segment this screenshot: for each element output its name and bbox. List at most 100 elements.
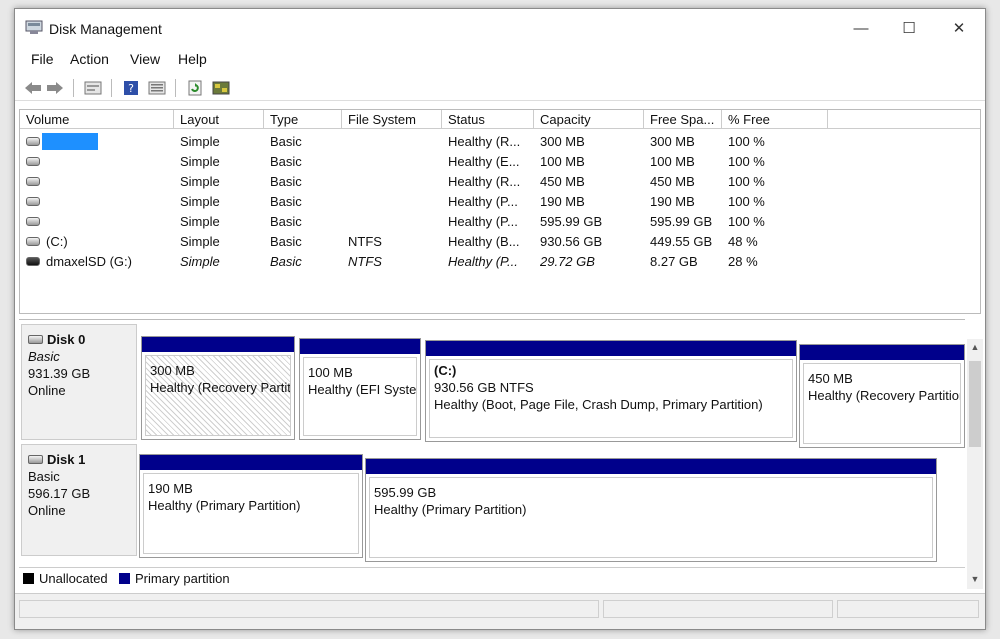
scroll-thumb[interactable] [969, 361, 981, 447]
selection-highlight [42, 133, 98, 150]
partition-disk1-primary-2[interactable]: 595.99 GB Healthy (Primary Partition) [365, 458, 937, 562]
scroll-up-icon[interactable]: ▲ [967, 339, 983, 355]
partition-body: 450 MB Healthy (Recovery Partition) [803, 363, 961, 444]
volume-icon [26, 197, 40, 206]
volume-free-space: 449.55 GB [650, 234, 713, 249]
list-view-icon[interactable] [147, 78, 167, 98]
partition-disk0-efi[interactable]: 100 MB Healthy (EFI System Partition) [299, 338, 421, 440]
help-icon[interactable]: ? [121, 78, 141, 98]
volume-capacity: 930.56 GB [540, 234, 603, 249]
minimize-button[interactable]: — [841, 15, 881, 43]
refresh-icon[interactable] [185, 78, 205, 98]
volume-type: Basic [270, 254, 302, 269]
partition-disk0-recovery-2[interactable]: 450 MB Healthy (Recovery Partition) [799, 344, 965, 448]
partition-disk1-primary-1[interactable]: 190 MB Healthy (Primary Partition) [139, 454, 363, 558]
volume-row[interactable]: Simple Basic Healthy (E... 100 MB 100 MB… [20, 152, 980, 172]
partition-body: (C:) 930.56 GB NTFS Healthy (Boot, Page … [429, 359, 793, 438]
menu-action[interactable]: Action [70, 51, 109, 67]
volume-status: Healthy (B... [448, 234, 520, 249]
menu-view[interactable]: View [130, 51, 160, 67]
title-bar: Disk Management — ☐ ✕ [15, 9, 985, 47]
column-header-capacity[interactable]: Capacity [534, 110, 644, 129]
disk-management-icon [25, 19, 43, 35]
legend-primary-partition: Primary partition [119, 571, 230, 586]
partition-size: 300 MB [150, 363, 195, 378]
volume-status: Healthy (R... [448, 134, 521, 149]
primary-partition-bar [366, 459, 936, 474]
volume-capacity: 450 MB [540, 174, 585, 189]
volume-free-space: 100 MB [650, 154, 695, 169]
partition-body: 595.99 GB Healthy (Primary Partition) [369, 477, 933, 558]
status-pane [19, 600, 599, 618]
volume-layout: Simple [180, 154, 220, 169]
partition-body: 190 MB Healthy (Primary Partition) [143, 473, 359, 554]
disk-size: 596.17 GB [28, 486, 91, 501]
primary-partition-bar [140, 455, 362, 470]
partition-status: Healthy (Recovery Partition) [150, 380, 291, 395]
volume-status: Healthy (P... [448, 194, 518, 209]
disk-1-label[interactable]: Disk 1 Basic 596.17 GB Online [21, 444, 137, 556]
volume-status: Healthy (P... [448, 254, 518, 269]
partition-label: (C:) [434, 363, 457, 378]
volume-free-space: 190 MB [650, 194, 695, 209]
volume-free-space: 300 MB [650, 134, 695, 149]
partition-status: Healthy (Recovery Partition) [808, 388, 961, 403]
column-header-layout[interactable]: Layout [174, 110, 264, 129]
close-button[interactable]: ✕ [939, 15, 979, 43]
disk-size: 931.39 GB [28, 366, 91, 381]
column-header-type[interactable]: Type [264, 110, 342, 129]
primary-partition-swatch [119, 573, 130, 584]
volume-percent-free: 100 % [728, 194, 765, 209]
back-icon[interactable] [23, 78, 43, 98]
disk-0-title: Disk 0 [28, 331, 136, 348]
partition-disk0-recovery[interactable]: 300 MB Healthy (Recovery Partition) [141, 336, 295, 440]
partition-body: 100 MB Healthy (EFI System Partition) [303, 357, 417, 436]
toolbar-separator [73, 79, 74, 97]
volume-row[interactable]: (C:) Simple Basic NTFS Healthy (B... 930… [20, 232, 980, 252]
partition-size: 100 MB [308, 365, 353, 380]
primary-partition-bar [426, 341, 796, 356]
menu-help[interactable]: Help [178, 51, 207, 67]
volume-row[interactable]: Simple Basic Healthy (P... 595.99 GB 595… [20, 212, 980, 232]
primary-partition-bar [142, 337, 294, 352]
menu-file[interactable]: File [31, 51, 54, 67]
volume-icon [26, 137, 40, 146]
volume-row[interactable]: Simple Basic Healthy (R... 300 MB 300 MB… [20, 132, 980, 152]
volume-row[interactable]: Simple Basic Healthy (R... 450 MB 450 MB… [20, 172, 980, 192]
status-pane [603, 600, 833, 618]
disk-management-window: Disk Management — ☐ ✕ File Action View H… [14, 8, 986, 630]
column-header-free-space[interactable]: Free Spa... [644, 110, 722, 129]
volume-layout: Simple [180, 254, 220, 269]
settings-icon[interactable] [211, 78, 231, 98]
volume-layout: Simple [180, 194, 220, 209]
volume-type: Basic [270, 194, 302, 209]
disk-0-label[interactable]: Disk 0 Basic 931.39 GB Online [21, 324, 137, 440]
volume-status: Healthy (P... [448, 214, 518, 229]
volume-capacity: 29.72 GB [540, 254, 595, 269]
column-header-status[interactable]: Status [442, 110, 534, 129]
disk-state: Online [28, 383, 66, 398]
disk-icon [28, 455, 43, 464]
volume-file-system: NTFS [348, 254, 382, 269]
volume-free-space: 8.27 GB [650, 254, 698, 269]
partition-size: 930.56 GB NTFS [434, 380, 534, 395]
column-header-volume[interactable]: Volume [20, 110, 174, 129]
window-title: Disk Management [49, 21, 162, 37]
vertical-scrollbar[interactable]: ▲ ▼ [967, 339, 983, 589]
volume-percent-free: 100 % [728, 214, 765, 229]
volume-capacity: 595.99 GB [540, 214, 603, 229]
properties-icon[interactable] [83, 78, 103, 98]
partition-disk0-c-drive[interactable]: (C:) 930.56 GB NTFS Healthy (Boot, Page … [425, 340, 797, 442]
volume-icon [26, 217, 40, 226]
legend: Unallocated Primary partition [19, 567, 965, 589]
forward-icon[interactable] [45, 78, 65, 98]
volume-capacity: 190 MB [540, 194, 585, 209]
primary-partition-bar [800, 345, 964, 360]
scroll-down-icon[interactable]: ▼ [967, 571, 983, 587]
volume-percent-free: 100 % [728, 134, 765, 149]
maximize-button[interactable]: ☐ [889, 15, 929, 43]
volume-row[interactable]: Simple Basic Healthy (P... 190 MB 190 MB… [20, 192, 980, 212]
column-header-file-system[interactable]: File System [342, 110, 442, 129]
volume-row[interactable]: dmaxelSD (G:) Simple Basic NTFS Healthy … [20, 252, 980, 272]
column-header-percent-free[interactable]: % Free [722, 110, 828, 129]
